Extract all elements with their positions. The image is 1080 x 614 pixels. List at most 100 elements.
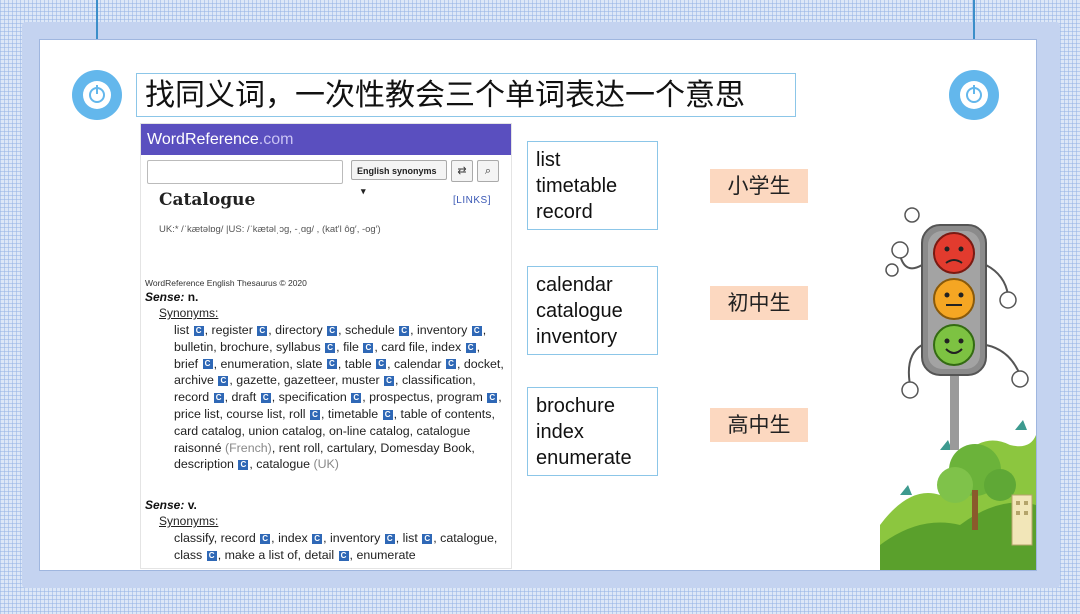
collocation-badge-icon[interactable]: C [351,392,362,403]
synonym-link[interactable]: brief [174,357,198,371]
links-link[interactable]: [LINKS] [453,195,491,206]
collocation-badge-icon[interactable]: C [399,325,410,336]
synonym-link[interactable]: description [174,457,234,471]
level-label-junior: 初中生 [710,286,808,320]
collocation-badge-icon[interactable]: C [202,359,213,370]
collocation-badge-icon[interactable]: C [384,533,395,544]
synonym-link[interactable]: inventory [330,531,380,545]
synonym-link[interactable]: classification [402,373,472,387]
dictionary-screenshot: WordReference.com English synonyms ▾ ⇄ ⌕… [140,123,512,569]
traffic-light-illustration [880,207,1036,570]
search-row: English synonyms ▾ ⇄ ⌕ [147,160,505,196]
collocation-badge-icon[interactable]: C [260,392,271,403]
search-input[interactable] [147,160,343,184]
dictionary-select[interactable]: English synonyms ▾ [351,160,447,196]
synonym-link[interactable]: enumeration [220,357,289,371]
synonym-link[interactable]: list [403,531,418,545]
synonym-link[interactable]: price list [174,407,219,421]
synonym-link[interactable]: directory [275,323,323,337]
synonym-link[interactable]: bulletin [174,340,213,354]
word-group-1: list timetable record [527,141,658,230]
collocation-badge-icon[interactable]: C [422,533,433,544]
collocation-badge-icon[interactable]: C [193,325,204,336]
word-group-3: brochure index enumerate [527,387,658,476]
synonym-link[interactable]: timetable [328,407,378,421]
collocation-badge-icon[interactable]: C [326,359,337,370]
synonym-link[interactable]: draft [231,390,256,404]
synonym-link[interactable]: record [174,390,209,404]
collocation-badge-icon[interactable]: C [206,550,217,561]
synonym-link[interactable]: list [174,323,189,337]
collocation-badge-icon[interactable]: C [376,359,387,370]
synonym-link[interactable]: register [212,323,253,337]
synonym-link[interactable]: card catalog [174,424,242,438]
synonym-link[interactable]: card file [381,340,424,354]
slide-title: 找同义词，一次性教会三个单词表达一个意思 [136,73,796,117]
synonym-link[interactable]: index [278,531,308,545]
synonym-link[interactable]: catalogue [256,457,310,471]
synonym-link[interactable]: cartulary [327,441,374,455]
word: list [536,149,561,171]
synonym-link[interactable]: make a list of [225,548,298,562]
synonym-link[interactable]: course list [226,407,282,421]
synonym-link[interactable]: union catalog [248,424,322,438]
collocation-badge-icon[interactable]: C [487,392,498,403]
synonym-link[interactable]: specification [279,390,347,404]
synonym-link[interactable]: classify [174,531,214,545]
synonym-link[interactable]: prospectus [369,390,430,404]
synonym-link[interactable]: docket [464,357,501,371]
synonym-link[interactable]: archive [174,373,214,387]
synonym-link[interactable]: class [174,548,202,562]
synonym-link[interactable]: file [343,340,359,354]
headword: Catalogue [159,190,256,210]
synonym-link[interactable]: gazette [236,373,277,387]
synonym-link[interactable]: calendar [394,357,442,371]
synonym-link[interactable]: index [432,340,462,354]
collocation-badge-icon[interactable]: C [310,409,320,420]
chevron-down-icon: ▾ [361,186,366,196]
word: inventory [536,326,618,348]
synonym-link[interactable]: schedule [345,323,395,337]
sense-pos: n. [187,290,199,304]
synonym-link[interactable]: catalogue [440,531,494,545]
synonym-link[interactable]: syllabus [276,340,321,354]
power-icon-right [949,70,999,120]
synonym-link[interactable]: program [437,390,483,404]
collocation-badge-icon[interactable]: C [382,409,393,420]
collocation-badge-icon[interactable]: C [257,325,268,336]
synonym-link[interactable]: slate [296,357,322,371]
synonym-link[interactable]: detail [304,548,334,562]
collocation-badge-icon[interactable]: C [327,325,338,336]
thesaurus-credit: WordReference English Thesaurus © 2020 [145,278,307,288]
collocation-badge-icon[interactable]: C [363,342,374,353]
collocation-badge-icon[interactable]: C [238,460,249,471]
synonym-link[interactable]: table of contents [401,407,492,421]
synonym-link[interactable]: gazetteer [284,373,335,387]
collocation-badge-icon[interactable]: C [445,359,456,370]
word: catalogue [536,300,623,322]
collocation-badge-icon[interactable]: C [325,342,336,353]
collocation-badge-icon[interactable]: C [218,376,229,387]
synonym-link[interactable]: on-line catalog [329,424,410,438]
collocation-badge-icon[interactable]: C [384,376,395,387]
collocation-badge-icon[interactable]: C [471,325,482,336]
synonym-link[interactable]: roll [289,407,306,421]
synonym-link[interactable]: inventory [417,323,467,337]
collocation-badge-icon[interactable]: C [465,342,476,353]
synonym-link[interactable]: enumerate [356,548,415,562]
synonym-link[interactable]: muster [342,373,380,387]
word-group-2: calendar catalogue inventory [527,266,658,355]
collocation-badge-icon[interactable]: C [338,550,349,561]
synonym-link[interactable]: record [221,531,256,545]
swap-icon[interactable]: ⇄ [451,160,473,182]
search-icon[interactable]: ⌕ [477,160,499,182]
synonym-link[interactable]: brochure [220,340,269,354]
synonym-link[interactable]: table [345,357,372,371]
sense-label: Sense: [145,498,185,512]
synonym-link[interactable]: rent roll [279,441,320,455]
level-label-primary: 小学生 [710,169,808,203]
collocation-badge-icon[interactable]: C [312,533,323,544]
collocation-badge-icon[interactable]: C [213,392,224,403]
synonym-link[interactable]: Domesday Book [380,441,471,455]
collocation-badge-icon[interactable]: C [260,533,271,544]
